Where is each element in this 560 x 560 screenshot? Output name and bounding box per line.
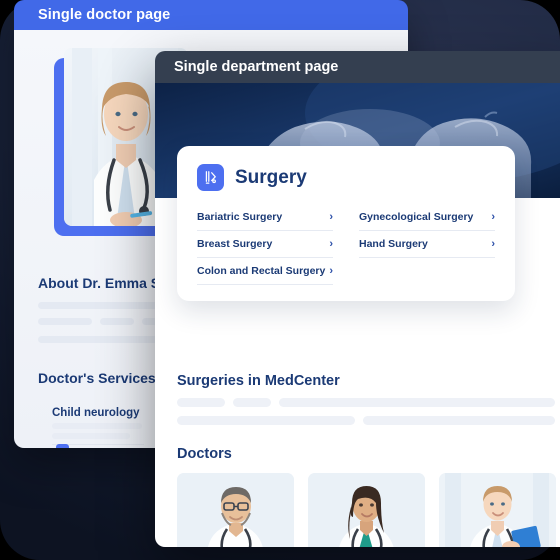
link-label: Colon and Rectal Surgery bbox=[197, 265, 326, 277]
department-card: Surgery Bariatric Surgery › Gynecologica… bbox=[177, 146, 515, 301]
department-link-empty-slot bbox=[359, 258, 495, 285]
doctors-services-heading: Doctor's Services bbox=[38, 370, 156, 386]
doctor-card[interactable]: Dr. Emma Scott bbox=[439, 473, 556, 547]
surgeries-placeholder-line-1 bbox=[279, 398, 555, 407]
doctor-photo bbox=[439, 473, 556, 547]
department-card-header: Surgery bbox=[197, 164, 495, 191]
surgeries-placeholder-chip-1 bbox=[177, 398, 225, 407]
department-link-colon-and-rectal-surgery[interactable]: Colon and Rectal Surgery › bbox=[197, 258, 333, 285]
doctor-card[interactable]: Dr. Anna Walker bbox=[308, 473, 425, 547]
department-link-bariatric-surgery[interactable]: Bariatric Surgery › bbox=[197, 204, 333, 231]
department-link-breast-surgery[interactable]: Breast Surgery › bbox=[197, 231, 333, 258]
doctors-heading: Doctors bbox=[177, 446, 232, 462]
doctor-card[interactable]: Dr. Tom Stewart bbox=[177, 473, 294, 547]
neurology-badge[interactable]: NEUROLOGY bbox=[56, 444, 129, 448]
screenshot-stage: Single doctor page About Dr. Emma Scott … bbox=[0, 0, 560, 560]
surgeries-placeholder-line-2 bbox=[177, 416, 355, 425]
single-doctor-page-titlebar: Single doctor page bbox=[14, 0, 408, 30]
link-label: Hand Surgery bbox=[359, 238, 428, 250]
doctor-photo bbox=[308, 473, 425, 547]
doctors-list: Dr. Tom Stewart bbox=[177, 473, 556, 547]
link-label: Bariatric Surgery bbox=[197, 211, 283, 223]
single-department-page-title: Single department page bbox=[174, 59, 339, 75]
service-placeholder-line-1 bbox=[52, 423, 142, 429]
surgeries-in-medcenter-heading: Surgeries in MedCenter bbox=[177, 373, 340, 389]
chevron-right-icon: › bbox=[491, 237, 495, 250]
surgeries-placeholder-line-3 bbox=[363, 416, 555, 425]
surgeries-placeholder-chip-2 bbox=[233, 398, 271, 407]
single-doctor-page-title: Single doctor page bbox=[38, 7, 171, 23]
chevron-right-icon: › bbox=[329, 264, 333, 277]
doctor-photo bbox=[177, 473, 294, 547]
department-link-hand-surgery[interactable]: Hand Surgery › bbox=[359, 231, 495, 258]
department-card-title: Surgery bbox=[235, 166, 307, 188]
link-label: Breast Surgery bbox=[197, 238, 273, 250]
single-department-page-window[interactable]: Single department page Surgery Bariatric… bbox=[155, 51, 560, 547]
neurology-badge-label: NEUROLOGY bbox=[74, 446, 129, 448]
department-link-gynecological-surgery[interactable]: Gynecological Surgery › bbox=[359, 204, 495, 231]
about-placeholder-chip-2 bbox=[100, 318, 134, 325]
service-placeholder-line-2 bbox=[52, 433, 130, 439]
single-department-page-body: Surgery Bariatric Surgery › Gynecologica… bbox=[155, 83, 560, 547]
single-department-page-titlebar: Single department page bbox=[155, 51, 560, 83]
about-placeholder-chip-1 bbox=[38, 318, 92, 325]
department-links-grid: Bariatric Surgery › Gynecological Surger… bbox=[197, 204, 495, 285]
chevron-right-icon: › bbox=[329, 210, 333, 223]
link-label: Gynecological Surgery bbox=[359, 211, 474, 223]
chevron-right-icon: › bbox=[491, 210, 495, 223]
chevron-right-icon: › bbox=[329, 237, 333, 250]
service-item-child-neurology[interactable]: Child neurology bbox=[52, 407, 140, 419]
neurology-icon bbox=[56, 444, 69, 448]
surgery-icon bbox=[197, 164, 224, 191]
